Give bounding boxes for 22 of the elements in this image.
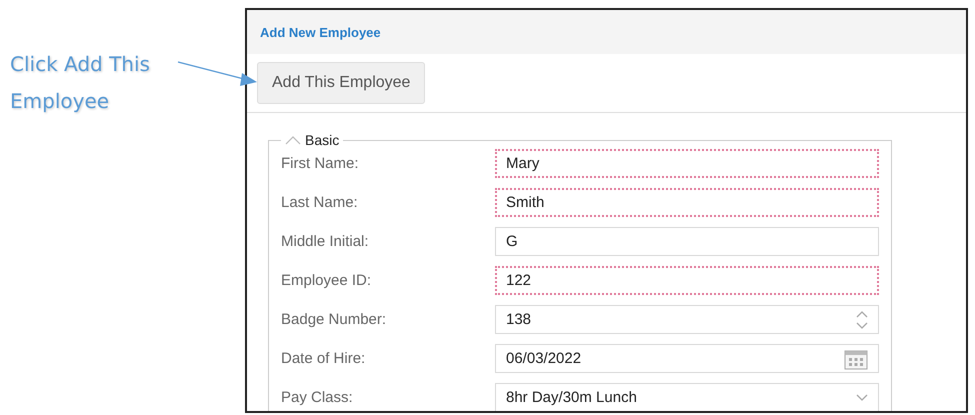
input-field[interactable]: 138 [495,305,879,334]
callout-text: Click Add This Employee [9,51,151,115]
field-label: Date of Hire: [281,350,366,367]
field-label: Middle Initial: [281,233,370,250]
input-field[interactable]: Mary [495,149,879,178]
field-label: First Name: [281,155,360,172]
calendar-icon[interactable] [844,348,868,370]
window-title: Add New Employee [260,24,381,40]
input-field[interactable]: 122 [495,266,879,295]
input-field[interactable]: G [495,227,879,256]
section-title: Basic [305,132,340,148]
field-label: Employee ID: [281,272,372,289]
input-field[interactable]: Smith [495,188,879,217]
field-label: Last Name: [281,194,359,211]
input-field[interactable]: 8hr Day/30m Lunch [495,383,879,411]
field-label: Badge Number: [281,311,388,328]
field-label: Pay Class: [281,389,354,406]
spinner-icon[interactable] [856,310,868,330]
input-field[interactable]: 06/03/2022 [495,344,879,373]
chevron-down-icon[interactable] [856,394,868,402]
chevron-up-icon[interactable] [285,136,301,145]
add-employee-button[interactable]: Add This Employee [257,62,426,104]
